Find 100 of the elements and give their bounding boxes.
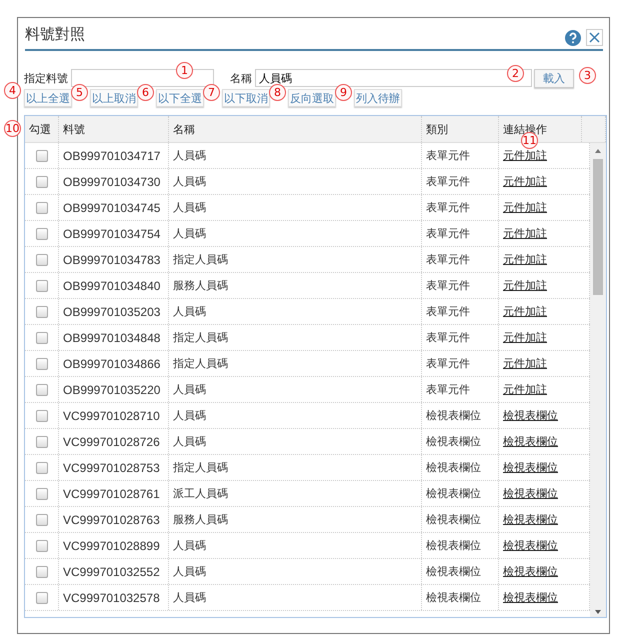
action-link[interactable]: 檢視表欄位 [503,512,558,527]
code-cell: VC999701028763 [59,507,169,532]
action-link[interactable]: 元件加註 [503,148,547,163]
name-cell: 人員碼 [169,143,422,168]
row-checkbox[interactable] [36,176,48,188]
name-cell: 人員碼 [169,221,422,246]
action-link[interactable]: 檢視表欄位 [503,538,558,553]
action-link[interactable]: 元件加註 [503,330,547,345]
action-link[interactable]: 元件加註 [503,304,547,319]
action-link[interactable]: 元件加註 [503,226,547,241]
code-cell: VC999701028753 [59,455,169,480]
callout-marker: 4 [4,82,21,99]
type-cell: 檢視表欄位 [422,533,499,558]
type-cell: 檢視表欄位 [422,455,499,480]
action-link[interactable]: 檢視表欄位 [503,564,558,579]
code-cell: OB999701034866 [59,351,169,376]
type-cell: 表單元件 [422,169,499,194]
selection-button[interactable]: 以下全選 [156,89,204,107]
name-cell: 人員碼 [169,195,422,220]
row-checkbox[interactable] [36,462,48,474]
close-icon[interactable] [586,29,603,46]
code-cell: OB999701035220 [59,377,169,402]
load-button[interactable]: 載入 [534,68,574,88]
name-cell: 人員碼 [169,377,422,402]
name-cell: 服務人員碼 [169,273,422,298]
row-checkbox[interactable] [36,540,48,552]
row-checkbox[interactable] [36,592,48,604]
row-checkbox[interactable] [36,332,48,344]
help-icon[interactable] [565,30,581,46]
type-cell: 表單元件 [422,351,499,376]
type-cell: 檢視表欄位 [422,559,499,584]
row-checkbox[interactable] [36,280,48,292]
code-cell: OB999701034754 [59,221,169,246]
column-header: 類別 [422,116,499,142]
name-cell: 服務人員碼 [169,507,422,532]
row-checkbox[interactable] [36,254,48,266]
type-cell: 表單元件 [422,377,499,402]
name-cell: 人員碼 [169,559,422,584]
row-checkbox[interactable] [36,514,48,526]
type-cell: 檢視表欄位 [422,585,499,610]
name-cell: 人員碼 [169,169,422,194]
code-cell: VC999701028710 [59,403,169,428]
code-cell: VC999701028899 [59,533,169,558]
code-cell: OB999701034840 [59,273,169,298]
name-cell: 人員碼 [169,429,422,454]
name-cell: 派工人員碼 [169,481,422,506]
row-checkbox[interactable] [36,436,48,448]
name-cell: 人員碼 [169,403,422,428]
row-checkbox[interactable] [36,384,48,396]
code-cell: OB999701034730 [59,169,169,194]
type-cell: 表單元件 [422,299,499,324]
code-cell: VC999701032578 [59,585,169,610]
name-cell: 人員碼 [169,533,422,558]
action-link[interactable]: 檢視表欄位 [503,460,558,475]
name-cell: 指定人員碼 [169,455,422,480]
row-checkbox[interactable] [36,410,48,422]
row-checkbox[interactable] [36,488,48,500]
code-cell: OB999701034848 [59,325,169,350]
type-cell: 表單元件 [422,247,499,272]
code-cell: OB999701034745 [59,195,169,220]
column-header: 料號 [59,116,169,142]
scrollbar[interactable] [590,143,606,617]
type-cell: 表單元件 [422,273,499,298]
action-link[interactable]: 元件加註 [503,252,547,267]
action-link[interactable]: 檢視表欄位 [503,434,558,449]
dialog-title: 料號對照 [25,24,85,44]
type-cell: 表單元件 [422,325,499,350]
code-cell: VC999701028726 [59,429,169,454]
row-checkbox[interactable] [36,566,48,578]
action-link[interactable]: 元件加註 [503,200,547,215]
type-cell: 檢視表欄位 [422,403,499,428]
type-cell: 檢視表欄位 [422,481,499,506]
action-link[interactable]: 元件加註 [503,382,547,397]
type-cell: 表單元件 [422,143,499,168]
action-link[interactable]: 元件加註 [503,278,547,293]
row-checkbox[interactable] [36,358,48,370]
type-cell: 檢視表欄位 [422,507,499,532]
selection-button[interactable]: 列入待辦 [354,89,402,107]
selection-button[interactable]: 以上全選 [24,89,72,107]
name-cell: 指定人員碼 [169,325,422,350]
action-link[interactable]: 檢視表欄位 [503,590,558,605]
code-cell: OB999701034783 [59,247,169,272]
row-checkbox[interactable] [36,202,48,214]
action-link[interactable]: 檢視表欄位 [503,486,558,501]
row-checkbox[interactable] [36,228,48,240]
type-cell: 檢視表欄位 [422,429,499,454]
selection-button[interactable]: 反向選取 [288,89,336,107]
action-link[interactable]: 元件加註 [503,174,547,189]
code-cell: OB999701034717 [59,143,169,168]
action-link[interactable]: 檢視表欄位 [503,408,558,423]
type-cell: 表單元件 [422,195,499,220]
row-checkbox[interactable] [36,306,48,318]
row-checkbox[interactable] [36,150,48,162]
selection-button[interactable]: 以下取消 [222,89,270,107]
column-header: 名稱 [169,116,422,142]
action-link[interactable]: 元件加註 [503,356,547,371]
code-cell: VC999701032552 [59,559,169,584]
selection-button[interactable]: 以上取消 [90,89,138,107]
name-cell: 人員碼 [169,299,422,324]
name-cell: 人員碼 [169,585,422,610]
